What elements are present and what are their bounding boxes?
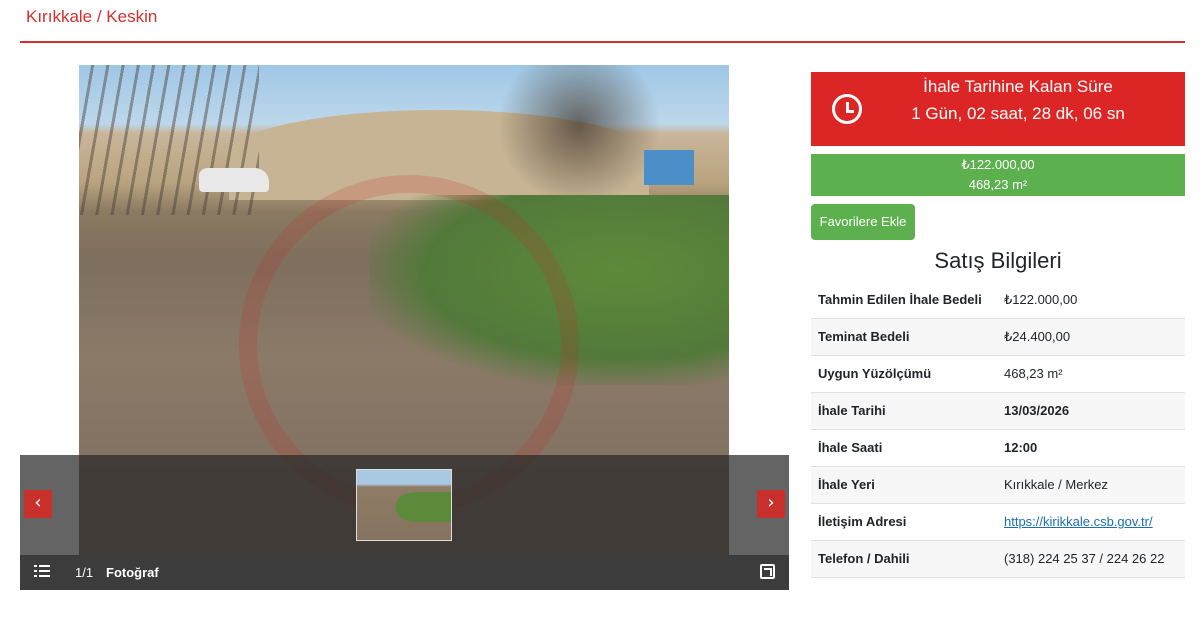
table-row: İhale Saati 12:00 bbox=[811, 429, 1185, 467]
next-photo-button[interactable]: › bbox=[757, 490, 785, 518]
add-to-favorites-button[interactable]: Favorilere Ekle bbox=[811, 204, 915, 240]
photo-tree bbox=[479, 65, 679, 215]
table-row: İhale Yeri Kırıkkale / Merkez bbox=[811, 466, 1185, 504]
section-title: Satış Bilgileri bbox=[934, 248, 1062, 273]
countdown-time: 1 Gün, 02 saat, 28 dk, 06 sn bbox=[911, 104, 1125, 123]
countdown-panel: İhale Tarihine Kalan Süre 1 Gün, 02 saat… bbox=[811, 72, 1185, 146]
row-value: ₺122.000,00 bbox=[997, 282, 1185, 319]
price-amount: ₺122.000,00 bbox=[961, 157, 1035, 172]
table-row: Teminat Bedeli ₺24.400,00 bbox=[811, 318, 1185, 356]
photo-shed bbox=[644, 150, 694, 185]
row-label: Uygun Yüzölçümü bbox=[811, 355, 997, 393]
row-value: 12:00 bbox=[997, 429, 1185, 467]
expand-icon[interactable] bbox=[760, 564, 775, 579]
photo-counter: 1/1 bbox=[75, 565, 94, 580]
location-title: Kırıkkale / Keskin bbox=[26, 7, 158, 26]
contact-address-link[interactable]: https://kirikkale.csb.gov.tr/ bbox=[1004, 514, 1153, 529]
chevron-left-icon: ‹ bbox=[34, 492, 42, 513]
table-row: Telefon / Dahili (318) 224 25 37 / 224 2… bbox=[811, 540, 1185, 578]
prev-photo-button[interactable]: ‹ bbox=[24, 490, 52, 518]
sales-info-table: Tahmin Edilen İhale Bedeli ₺122.000,00 T… bbox=[811, 282, 1185, 578]
row-label: Tahmin Edilen İhale Bedeli bbox=[811, 282, 997, 319]
chevron-right-icon: › bbox=[767, 492, 775, 513]
photo-gallery: ‹ › 1/1 Fotoğraf bbox=[20, 65, 789, 590]
row-value: (318) 224 25 37 / 224 26 22 bbox=[997, 540, 1185, 578]
gallery-label: Fotoğraf bbox=[106, 565, 159, 580]
row-value: 468,23 m² bbox=[997, 355, 1185, 393]
row-label: İhale Yeri bbox=[811, 466, 997, 504]
row-label: İletişim Adresi bbox=[811, 503, 997, 541]
row-value: Kırıkkale / Merkez bbox=[997, 466, 1185, 504]
countdown-title: İhale Tarihine Kalan Süre bbox=[923, 77, 1113, 96]
row-label: İhale Saati bbox=[811, 429, 997, 467]
price-area: 468,23 m² bbox=[968, 177, 1028, 192]
thumbnail-strip bbox=[20, 455, 789, 555]
table-row: Uygun Yüzölçümü 468,23 m² bbox=[811, 355, 1185, 393]
table-row: İletişim Adresi https://kirikkale.csb.go… bbox=[811, 503, 1185, 541]
table-row: Tahmin Edilen İhale Bedeli ₺122.000,00 bbox=[811, 282, 1185, 319]
row-value: ₺24.400,00 bbox=[997, 318, 1185, 356]
list-icon[interactable] bbox=[34, 563, 50, 579]
row-label: İhale Tarihi bbox=[811, 392, 997, 430]
row-value: 13/03/2026 bbox=[997, 392, 1185, 430]
row-label: Telefon / Dahili bbox=[811, 540, 997, 578]
page-header: Kırıkkale / Keskin bbox=[20, 0, 1185, 43]
photo-trees bbox=[79, 65, 259, 215]
photo-car bbox=[199, 168, 269, 192]
table-row: İhale Tarihi 13/03/2026 bbox=[811, 392, 1185, 430]
row-label: Teminat Bedeli bbox=[811, 318, 997, 356]
thumbnail-image[interactable] bbox=[356, 469, 452, 541]
price-summary: ₺122.000,00 468,23 m² bbox=[811, 154, 1185, 196]
gallery-toolbar: 1/1 Fotoğraf bbox=[20, 555, 789, 590]
